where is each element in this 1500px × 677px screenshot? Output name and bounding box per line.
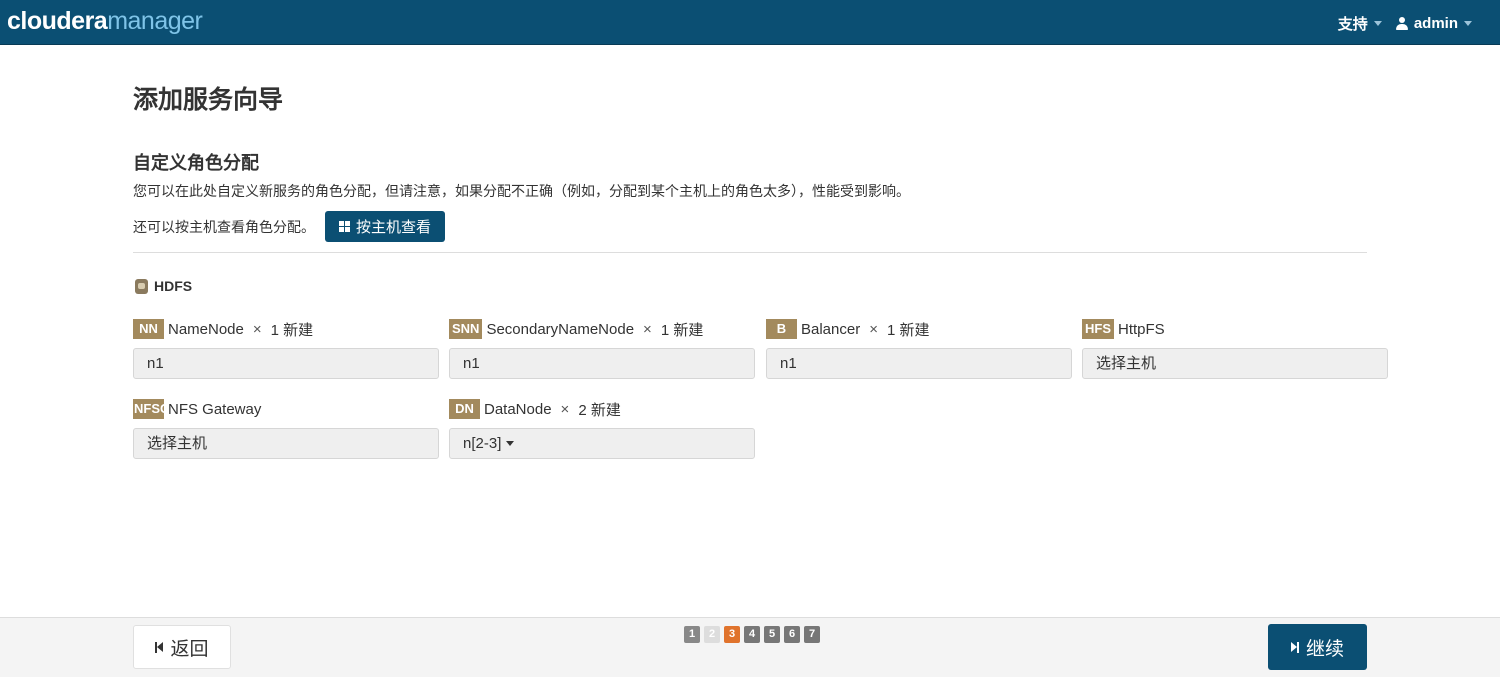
role-balancer: B Balancer × 1 新建 n1	[766, 319, 1072, 379]
role-label: SNN SecondaryNameNode × 1 新建	[449, 319, 755, 339]
role-badge: SNN	[449, 319, 483, 339]
support-label: 支持	[1337, 16, 1368, 33]
service-name: HDFS	[154, 278, 193, 294]
role-count: 2 新建	[578, 401, 621, 419]
host-selector-value: n1	[147, 355, 164, 372]
user-menu[interactable]: admin	[1395, 15, 1472, 32]
wizard-step-4[interactable]: 4	[744, 626, 760, 643]
role-badge: NFSG	[133, 399, 164, 419]
role-badge: NN	[133, 319, 164, 339]
view-by-host-label: 按主机查看	[356, 219, 432, 236]
support-menu[interactable]: 支持	[1338, 13, 1382, 34]
role-badge: DN	[449, 399, 480, 419]
caret-down-icon	[506, 441, 515, 446]
role-namenode: NN NameNode × 1 新建 n1	[133, 319, 439, 379]
section-description: 您可以在此处自定义新服务的角色分配，但请注意，如果分配不正确（例如，分配到某个主…	[133, 183, 910, 199]
wizard-step-1[interactable]: 1	[684, 626, 700, 643]
divider	[133, 252, 1367, 253]
logo-text-cloudera: cloudera	[7, 7, 108, 35]
wizard-step-6[interactable]: 6	[784, 626, 800, 643]
role-label: NN NameNode × 1 新建	[133, 319, 439, 339]
times-sign: ×	[643, 320, 652, 338]
host-selector[interactable]: n1	[133, 348, 439, 379]
view-by-host-row: 还可以按主机查看角色分配。 按主机查看	[133, 211, 446, 242]
wizard-step-2[interactable]: 2	[704, 626, 720, 643]
role-name: NFS Gateway	[168, 400, 262, 418]
role-name: DataNode	[484, 400, 552, 418]
back-label: 返回	[170, 638, 209, 660]
role-count: 1 新建	[270, 321, 314, 339]
step-backward-icon	[155, 641, 164, 653]
page-title: 添加服务向导	[133, 86, 284, 114]
role-name: NameNode	[168, 320, 244, 338]
role-name: SecondaryNameNode	[486, 320, 635, 338]
continue-button[interactable]: 继续	[1268, 624, 1367, 670]
host-selector-value: 选择主机	[1096, 355, 1157, 372]
role-label: DN DataNode × 2 新建	[449, 399, 755, 419]
continue-label: 继续	[1305, 638, 1344, 660]
hdfs-service-icon	[135, 278, 148, 294]
role-badge: B	[766, 319, 797, 339]
role-secondarynamenode: SNN SecondaryNameNode × 1 新建 n1	[449, 319, 755, 379]
view-by-host-button[interactable]: 按主机查看	[325, 211, 446, 242]
user-icon	[1395, 17, 1408, 30]
user-label: admin	[1413, 15, 1458, 32]
host-selector-value: n[2-3]	[463, 435, 502, 452]
host-selector-value: n1	[780, 355, 797, 372]
host-selector-value: 选择主机	[147, 435, 208, 452]
times-sign: ×	[869, 320, 878, 338]
top-navbar: clouderamanager 支持 admin	[0, 0, 1500, 45]
role-badge: HFS	[1082, 319, 1114, 339]
role-label: HFS HttpFS	[1082, 319, 1388, 339]
grid-icon	[339, 221, 350, 232]
role-datanode: DN DataNode × 2 新建 n[2-3]	[449, 399, 755, 459]
view-by-host-text: 还可以按主机查看角色分配。	[133, 218, 315, 235]
wizard-footer: 返回 1 2 3 4 5 6 7 继续	[0, 617, 1500, 677]
top-right-menu: 支持 admin	[1338, 13, 1472, 34]
wizard-steps: 1 2 3 4 5 6 7	[684, 626, 820, 643]
role-count: 1 新建	[886, 321, 930, 339]
role-nfs-gateway: NFSG NFS Gateway 选择主机	[133, 399, 439, 459]
logo-text-manager: manager	[107, 7, 203, 35]
wizard-step-7[interactable]: 7	[804, 626, 820, 643]
role-name: Balancer	[801, 320, 861, 338]
role-label: B Balancer × 1 新建	[766, 319, 1072, 339]
wizard-step-5[interactable]: 5	[764, 626, 780, 643]
host-selector[interactable]: n1	[766, 348, 1072, 379]
host-selector[interactable]: n1	[449, 348, 755, 379]
cloudera-manager-logo[interactable]: clouderamanager	[7, 6, 203, 36]
role-count: 1 新建	[660, 321, 704, 339]
times-sign: ×	[560, 400, 570, 418]
back-button[interactable]: 返回	[133, 625, 231, 669]
host-selector[interactable]: 选择主机	[133, 428, 439, 459]
role-httpfs: HFS HttpFS 选择主机	[1082, 319, 1388, 379]
times-sign: ×	[252, 320, 262, 338]
step-forward-icon	[1290, 641, 1299, 653]
role-name: HttpFS	[1118, 320, 1165, 338]
role-label: NFSG NFS Gateway	[133, 399, 439, 419]
chevron-down-icon	[1464, 21, 1472, 26]
host-selector-value: n1	[463, 355, 480, 372]
section-title: 自定义角色分配	[133, 153, 259, 173]
host-range-dropdown[interactable]: n[2-3]	[449, 428, 755, 459]
chevron-down-icon	[1373, 21, 1382, 26]
wizard-step-3[interactable]: 3	[724, 626, 740, 643]
service-header: HDFS	[135, 278, 192, 294]
host-selector[interactable]: 选择主机	[1082, 348, 1388, 379]
